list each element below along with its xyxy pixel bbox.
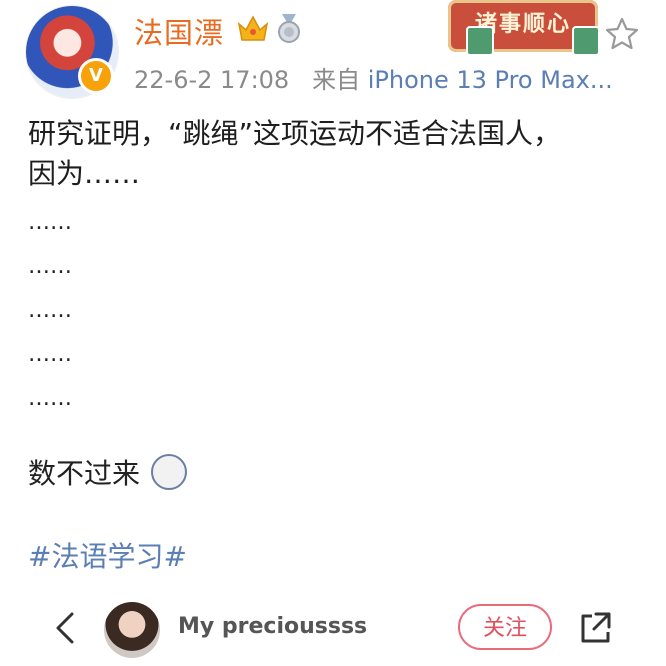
- post-content: 研究证明，“跳绳”这项运动不适合法国人， 因为……: [28, 114, 648, 194]
- back-arrow-icon[interactable]: [50, 610, 80, 646]
- decor-tile: [466, 26, 494, 56]
- bottom-user-name[interactable]: My precioussss: [178, 614, 367, 639]
- hashtag-link[interactable]: #法语学习#: [28, 535, 187, 575]
- follow-button[interactable]: 关注: [458, 604, 552, 650]
- post-meta: 22-6-2 17:08 来自 iPhone 13 Pro Max...: [134, 60, 613, 95]
- username[interactable]: 法国漂: [134, 10, 224, 52]
- verified-badge-icon: V: [78, 58, 114, 94]
- content-ending: 数不过来: [28, 457, 141, 490]
- content-line: 研究证明，“跳绳”这项运动不适合法国人，: [28, 117, 562, 150]
- device-link[interactable]: iPhone 13 Pro Max...: [368, 66, 613, 94]
- ellipsis-line: ……: [28, 342, 72, 367]
- ellipsis-line: ……: [28, 298, 72, 323]
- decor-tile: [572, 26, 600, 56]
- content-line: 因为……: [28, 157, 141, 190]
- timestamp: 22-6-2 17:08: [134, 66, 290, 94]
- emoji-icon: [151, 454, 187, 490]
- medal-icon: [278, 14, 300, 43]
- ellipsis-line: ……: [28, 254, 72, 279]
- avatar[interactable]: [104, 602, 160, 658]
- star-icon[interactable]: [604, 16, 640, 52]
- ellipsis-line: ……: [28, 210, 72, 235]
- share-icon[interactable]: [578, 610, 612, 646]
- crown-icon: [237, 15, 269, 41]
- source-prefix: 来自: [312, 66, 361, 94]
- ellipsis-line: ……: [28, 386, 72, 411]
